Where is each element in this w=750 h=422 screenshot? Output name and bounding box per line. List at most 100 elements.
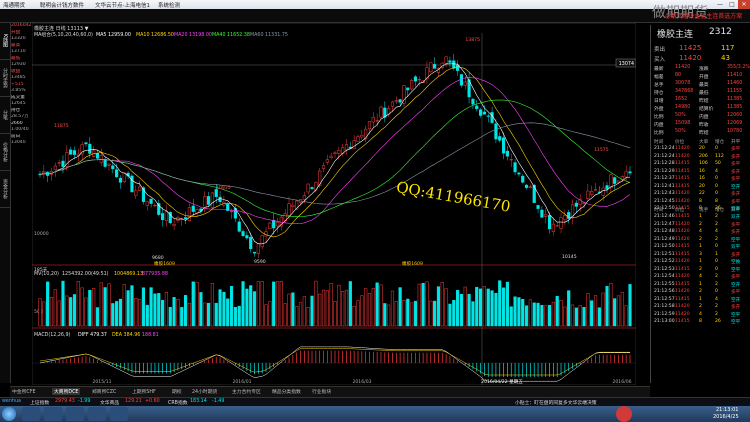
taskbar-app-1[interactable]	[22, 407, 40, 421]
index-change-2: +0.60	[145, 399, 160, 404]
tab-fund-analysis[interactable]: 资金分析	[0, 171, 10, 208]
stat-value-2: 355/3.2%	[727, 65, 750, 70]
low-label-1: 9680	[152, 255, 164, 261]
candle-body	[593, 189, 598, 191]
stat-value-2: 11410	[727, 73, 743, 78]
menu-item-server[interactable]: 文华云节点-上海电信1	[95, 1, 150, 9]
tick-cell-2: 2	[715, 236, 718, 242]
tick-cell-2: 空开	[731, 282, 741, 288]
candle-body	[498, 136, 502, 141]
tab-timeshare[interactable]: 分时走势	[0, 60, 10, 97]
candle-body	[191, 205, 195, 212]
tick-cell-2: 1	[699, 296, 702, 302]
candle-body	[287, 203, 291, 216]
tab-price-analysis[interactable]: 价格分析	[0, 134, 10, 171]
exchange-tab[interactable]: 行业板块	[312, 388, 331, 395]
exchange-tab[interactable]: 郑商所CZC	[92, 388, 116, 395]
volume-bar	[203, 302, 207, 327]
volume-bar	[72, 294, 77, 327]
exchange-tab[interactable]: 24小时期货	[192, 388, 217, 395]
sell-price: 11425	[679, 44, 702, 52]
exchange-tab[interactable]: 期权	[172, 388, 182, 395]
tick-cell: 多平	[731, 147, 741, 152]
stat-value: 1652	[675, 97, 688, 102]
volume-bar	[218, 289, 222, 327]
tick-cell-2: 多开	[731, 252, 741, 258]
volume-bar	[168, 307, 172, 327]
candle-body	[268, 222, 272, 229]
candle-body	[153, 205, 157, 207]
stat-label-2: 最低	[699, 91, 709, 96]
tick-cell-2: 11420	[675, 304, 690, 309]
stat-label-2: 最高	[699, 83, 709, 88]
tick-cell-2: 11415	[675, 319, 690, 324]
index-name-1: 上证指数	[30, 401, 50, 406]
volume-bar	[107, 283, 111, 327]
exchange-tab[interactable]: 主力合约专区	[232, 388, 261, 395]
tick-cell: 4	[715, 168, 718, 174]
exchange-tab[interactable]: 上期所SHF	[132, 388, 156, 395]
volume-bar	[582, 306, 586, 327]
volume-bar	[410, 302, 414, 327]
candle-body	[229, 210, 234, 213]
volume-bar	[115, 301, 119, 327]
low-label-3: 10145	[562, 254, 577, 260]
tick-cell-2: 11415	[675, 266, 690, 272]
volume-bar	[390, 290, 395, 327]
volume-bar	[417, 283, 421, 327]
close-button[interactable]: ✕	[738, 0, 750, 9]
candle-body	[486, 115, 490, 117]
candle-body	[149, 198, 153, 204]
macd-name: MACD(12,26,9)	[34, 332, 71, 338]
volume-bar	[126, 290, 130, 327]
taskbar-app-2[interactable]	[44, 407, 62, 421]
info-line: 20160425	[11, 23, 32, 28]
exchange-tab[interactable]: 大商所DCE	[52, 388, 81, 395]
window-titlebar: 海通期货 聪明会计钱方数件 文华云节点-上海电信1 系统检测 — □ ✕	[0, 0, 750, 9]
volume-bar	[226, 298, 230, 327]
kline-chart[interactable]: 橡胶主连 日线 13113 ▼MA组合(5,10,20,40,60,0) MA5 …	[32, 23, 636, 385]
buy-label: 买入	[654, 57, 666, 63]
volume-bar	[237, 305, 241, 327]
tab-ticks[interactable]: 分笔	[0, 97, 10, 134]
candle-body	[590, 191, 594, 195]
tips-news[interactable]: 小贴士：盯在盘的同复多文华云端决策	[515, 399, 597, 406]
candle-body	[505, 150, 509, 157]
stat-value: 30078	[675, 81, 691, 86]
minimize-button[interactable]: —	[714, 0, 726, 9]
maximize-button[interactable]: □	[726, 0, 738, 9]
volume-bar	[540, 304, 544, 327]
start-button[interactable]	[2, 407, 16, 421]
candle-body	[203, 196, 207, 209]
taskbar-app-5[interactable]	[110, 407, 128, 421]
candle-body	[547, 215, 552, 230]
volume-bar	[559, 300, 563, 327]
volume-bar	[268, 301, 272, 327]
candle-body	[471, 98, 475, 105]
volume-bar	[379, 284, 383, 327]
exchange-tab[interactable]: 精品分类指数	[272, 388, 301, 395]
volume-bar	[275, 281, 280, 327]
taskbar-app-3[interactable]	[66, 407, 84, 421]
menu-item-software[interactable]: 聪明会计钱方数件	[40, 1, 84, 9]
macd-value: 188.81	[142, 332, 159, 338]
tab-kline[interactable]: K线图	[0, 23, 10, 60]
tick-cell-2: 2	[699, 304, 702, 309]
exchange-tab[interactable]: 中金所CFE	[12, 388, 36, 395]
candle-body	[84, 142, 88, 145]
tick-cell: 21:12:29	[654, 168, 675, 174]
volume-bar	[524, 305, 529, 327]
candle-body	[528, 186, 532, 188]
tick-cell-2: 2	[699, 236, 702, 242]
brand-label: wenhua	[2, 399, 21, 404]
volume-bar	[590, 300, 594, 327]
index-name-3: CRB指数	[168, 401, 188, 406]
tick-cell: 空开	[731, 184, 741, 190]
menu-item-system-check[interactable]: 系统检测	[158, 1, 180, 9]
tick-cell-2: 21:12:50	[654, 244, 675, 249]
candle-body	[394, 100, 398, 102]
speed-gauge-icon[interactable]	[616, 406, 632, 422]
tick-cell-2: 11420	[675, 221, 690, 227]
tick-cell: 11420	[675, 153, 690, 159]
taskbar-app-4[interactable]	[88, 407, 106, 421]
